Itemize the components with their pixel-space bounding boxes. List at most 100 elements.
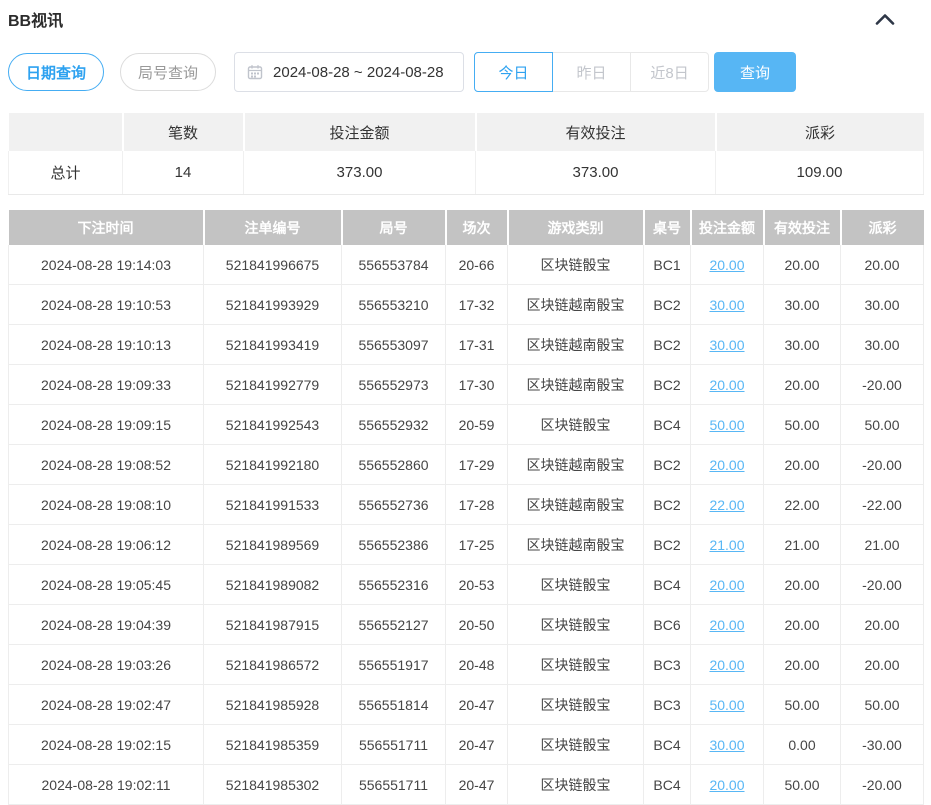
bet-id-cell: 521841991533 — [204, 485, 342, 525]
search-button[interactable]: 查询 — [714, 52, 796, 92]
payout-cell: -22.00 — [841, 485, 924, 525]
bet-amount-link[interactable]: 20.00 — [709, 657, 744, 673]
bet-amount-link[interactable]: 50.00 — [709, 697, 744, 713]
bet-amount-cell: 30.00 — [691, 325, 764, 365]
bet-amount-cell: 50.00 — [691, 405, 764, 445]
col-bet-time: 下注时间 — [9, 210, 204, 245]
valid-bet-cell: 20.00 — [764, 245, 841, 285]
bet-id-cell: 521841992779 — [204, 365, 342, 405]
today-button[interactable]: 今日 — [474, 52, 553, 92]
payout-cell: 20.00 — [841, 645, 924, 685]
bet-time-cell: 2024-08-28 19:09:15 — [9, 405, 204, 445]
game-type-cell: 区块链越南骰宝 — [508, 485, 644, 525]
table-no-cell: BC2 — [644, 365, 691, 405]
summary-header-blank — [9, 113, 123, 151]
session-cell: 17-25 — [446, 525, 508, 565]
game-type-cell: 区块链骰宝 — [508, 725, 644, 765]
summary-valid-bet: 373.00 — [476, 151, 716, 195]
valid-bet-cell: 0.00 — [764, 725, 841, 765]
col-game-type: 游戏类别 — [508, 210, 644, 245]
payout-cell: 20.00 — [841, 245, 924, 285]
bet-time-cell: 2024-08-28 19:14:03 — [9, 245, 204, 285]
bet-time-cell: 2024-08-28 19:10:13 — [9, 325, 204, 365]
round-id-cell: 556552932 — [342, 405, 446, 445]
summary-count: 14 — [123, 151, 244, 195]
bet-time-cell: 2024-08-28 19:04:39 — [9, 605, 204, 645]
bet-amount-link[interactable]: 20.00 — [709, 617, 744, 633]
col-round-id: 局号 — [342, 210, 446, 245]
payout-cell: -20.00 — [841, 765, 924, 805]
summary-header-count: 笔数 — [123, 113, 244, 151]
game-type-cell: 区块链越南骰宝 — [508, 445, 644, 485]
yesterday-button[interactable]: 昨日 — [552, 52, 631, 92]
bet-amount-link[interactable]: 20.00 — [709, 777, 744, 793]
bet-amount-link[interactable]: 20.00 — [709, 377, 744, 393]
session-cell: 20-66 — [446, 245, 508, 285]
col-bet-id: 注单编号 — [204, 210, 342, 245]
summary-table: 笔数 投注金额 有效投注 派彩 总计 14 373.00 373.00 109.… — [8, 113, 924, 195]
bet-id-cell: 521841993419 — [204, 325, 342, 365]
bet-amount-link[interactable]: 30.00 — [709, 297, 744, 313]
bet-id-cell: 521841989082 — [204, 565, 342, 605]
bet-amount-link[interactable]: 50.00 — [709, 417, 744, 433]
date-range-input[interactable]: 2024-08-28 ~ 2024-08-28 — [234, 52, 464, 92]
bet-id-cell: 521841992180 — [204, 445, 342, 485]
session-cell: 17-31 — [446, 325, 508, 365]
payout-cell: -30.00 — [841, 725, 924, 765]
bet-time-cell: 2024-08-28 19:02:47 — [9, 685, 204, 725]
date-range-value: 2024-08-28 ~ 2024-08-28 — [273, 64, 444, 81]
tab-round-query[interactable]: 局号查询 — [120, 53, 216, 91]
col-payout: 派彩 — [841, 210, 924, 245]
valid-bet-cell: 30.00 — [764, 325, 841, 365]
bet-id-cell: 521841985302 — [204, 765, 342, 805]
valid-bet-cell: 50.00 — [764, 765, 841, 805]
table-no-cell: BC2 — [644, 325, 691, 365]
table-row: 2024-08-28 19:10:13 521841993419 5565530… — [9, 325, 924, 365]
payout-cell: 21.00 — [841, 525, 924, 565]
valid-bet-cell: 20.00 — [764, 645, 841, 685]
summary-header-row: 笔数 投注金额 有效投注 派彩 — [9, 113, 924, 151]
bet-id-cell: 521841986572 — [204, 645, 342, 685]
bet-amount-link[interactable]: 20.00 — [709, 257, 744, 273]
summary-total-label: 总计 — [9, 151, 123, 195]
bet-id-cell: 521841985359 — [204, 725, 342, 765]
summary-header-payout: 派彩 — [716, 113, 924, 151]
payout-cell: -20.00 — [841, 565, 924, 605]
bet-amount-cell: 20.00 — [691, 645, 764, 685]
bet-amount-link[interactable]: 30.00 — [709, 337, 744, 353]
session-cell: 20-53 — [446, 565, 508, 605]
bet-amount-link[interactable]: 22.00 — [709, 497, 744, 513]
payout-cell: -20.00 — [841, 365, 924, 405]
session-cell: 20-47 — [446, 685, 508, 725]
session-cell: 17-32 — [446, 285, 508, 325]
game-type-cell: 区块链越南骰宝 — [508, 325, 644, 365]
collapse-chevron-up-icon[interactable] — [875, 14, 895, 25]
table-row: 2024-08-28 19:02:15 521841985359 5565517… — [9, 725, 924, 765]
bet-amount-link[interactable]: 21.00 — [709, 537, 744, 553]
table-no-cell: BC4 — [644, 725, 691, 765]
table-row: 2024-08-28 19:09:15 521841992543 5565529… — [9, 405, 924, 445]
table-row: 2024-08-28 19:05:45 521841989082 5565523… — [9, 565, 924, 605]
payout-cell: 50.00 — [841, 405, 924, 445]
bet-time-cell: 2024-08-28 19:06:12 — [9, 525, 204, 565]
valid-bet-cell: 22.00 — [764, 485, 841, 525]
bet-amount-link[interactable]: 20.00 — [709, 577, 744, 593]
bet-id-cell: 521841993929 — [204, 285, 342, 325]
summary-payout: 109.00 — [716, 151, 924, 195]
game-type-cell: 区块链骰宝 — [508, 685, 644, 725]
tab-date-query[interactable]: 日期查询 — [8, 53, 104, 91]
calendar-icon — [247, 64, 263, 80]
panel-header: BB视讯 — [0, 0, 931, 31]
bet-amount-link[interactable]: 20.00 — [709, 457, 744, 473]
game-type-cell: 区块链骰宝 — [508, 605, 644, 645]
round-id-cell: 556552316 — [342, 565, 446, 605]
valid-bet-cell: 50.00 — [764, 405, 841, 445]
table-row: 2024-08-28 19:06:12 521841989569 5565523… — [9, 525, 924, 565]
table-no-cell: BC4 — [644, 765, 691, 805]
bet-table-header-row: 下注时间 注单编号 局号 场次 游戏类别 桌号 投注金额 有效投注 派彩 — [9, 210, 924, 245]
bet-time-cell: 2024-08-28 19:08:10 — [9, 485, 204, 525]
bet-amount-link[interactable]: 30.00 — [709, 737, 744, 753]
game-type-cell: 区块链越南骰宝 — [508, 525, 644, 565]
round-id-cell: 556552736 — [342, 485, 446, 525]
last-8-days-button[interactable]: 近8日 — [630, 52, 709, 92]
